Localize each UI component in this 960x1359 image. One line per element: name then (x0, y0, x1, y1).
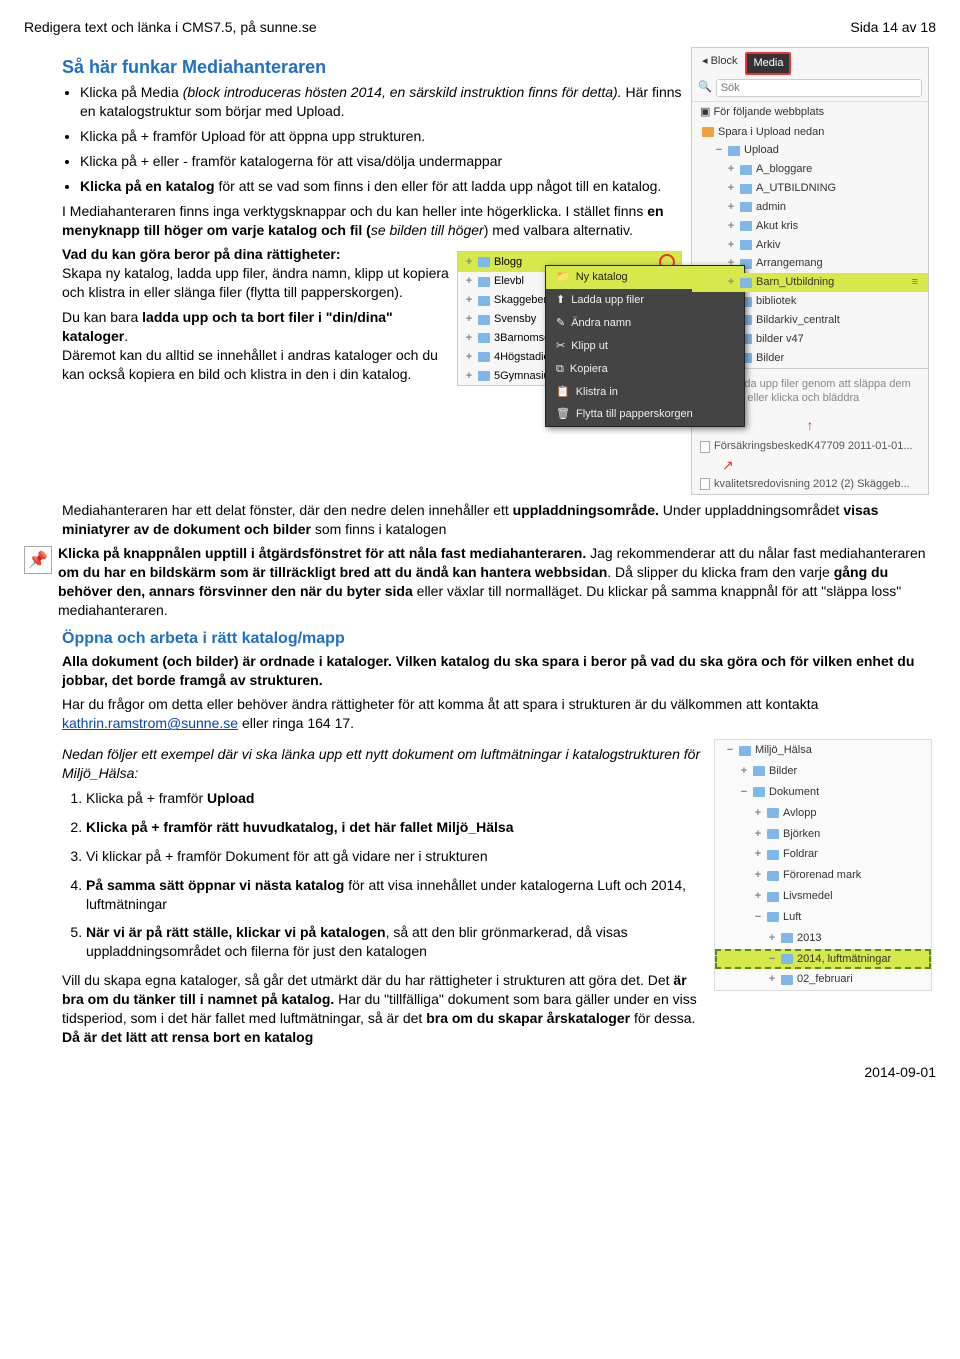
tree2-item-selected[interactable]: −2014, luftmätningar (715, 949, 931, 970)
tab-media[interactable]: Media (745, 52, 791, 75)
file-icon (700, 441, 710, 453)
file-row[interactable]: FörsäkringsbeskedK47709 2011-01-01... (692, 437, 928, 456)
annotation-arrow-icon: ↗ (722, 457, 734, 473)
footer-date: 2014-09-01 (24, 1063, 936, 1082)
menu-upload[interactable]: ⬆ Ladda upp filer (546, 289, 744, 312)
step-4: På samma sätt öppnar vi nästa katalog fö… (86, 876, 706, 914)
paragraph-own-catalogs: Du kan bara ladda upp och ta bort filer … (62, 308, 451, 384)
tree-save-upload[interactable]: Spara i Upload nedan (692, 123, 928, 142)
panel-subhead: ▣ För följande webbplats (692, 101, 928, 123)
section-heading-open: Öppna och arbeta i rätt katalog/mapp (24, 628, 936, 650)
file-row[interactable]: kvalitetsredovisning 2012 (2) Skäggeb... (692, 475, 928, 494)
tree2-item[interactable]: +Livsmedel (715, 886, 931, 907)
menu-trash[interactable]: 🗑 Flytta till papperskorgen (546, 403, 744, 426)
paragraph-tail: Vill du skapa egna kataloger, så går det… (24, 971, 706, 1047)
tree2-item[interactable]: +Avlopp (715, 803, 931, 824)
tree-item[interactable]: +Arkiv (692, 236, 928, 255)
tree2-item[interactable]: −Dokument (715, 782, 931, 803)
tree2-item[interactable]: +Foldrar (715, 844, 931, 865)
tree2-item[interactable]: +Bilder (715, 761, 931, 782)
bullet-1: Klicka på Media (block introduceras höst… (80, 83, 685, 121)
page-number: Sida 14 av 18 (850, 18, 936, 37)
paragraph-catalog-intro: Alla dokument (och bilder) är ordnade i … (24, 652, 936, 690)
menu-copy[interactable]: ⧉ Kopiera (546, 358, 744, 381)
bullet-4: Klicka på en katalog för att se vad som … (80, 177, 685, 196)
email-link[interactable]: kathrin.ramstrom@sunne.se (62, 715, 238, 731)
collapse-icon[interactable]: − (714, 143, 724, 158)
tab-block[interactable]: ◂ Block (696, 52, 743, 75)
expand-icon[interactable]: + (464, 255, 474, 270)
paragraph-split-window: Mediahanteraren har ett delat fönster, d… (24, 501, 936, 539)
tree-item[interactable]: +A_UTBILDNING (692, 179, 928, 198)
annotation-arrow-icon: ↑ (807, 417, 814, 433)
step-3: Vi klickar på + framför Dokument för att… (86, 847, 706, 866)
catalog-tree-example: −Miljö_Hälsa +Bilder −Dokument +Avlopp +… (714, 739, 932, 991)
paragraph-menuknapp: I Mediahanteraren finns inga verktygskna… (24, 202, 685, 240)
tree2-item[interactable]: +2013 (715, 928, 931, 949)
search-input[interactable] (716, 79, 922, 97)
folder-icon (478, 257, 490, 267)
row-menu-icon[interactable]: ≡ (912, 275, 918, 290)
tree-upload[interactable]: −Upload (692, 141, 928, 160)
bullet-2: Klicka på + framför Upload för att öppna… (80, 127, 685, 146)
tree-item-selected[interactable]: +Barn_Utbildning ≡ (692, 273, 928, 292)
search-icon: 🔍 (698, 80, 712, 95)
tree2-item[interactable]: +Björken (715, 824, 931, 845)
tree-item[interactable]: +A_bloggare (692, 160, 928, 179)
folder-icon (702, 127, 714, 137)
tree-item[interactable]: +admin (692, 198, 928, 217)
file-icon (700, 478, 710, 490)
menu-paste[interactable]: 📋 Klistra in (546, 381, 744, 404)
pin-icon: 📌 (24, 546, 52, 574)
tree-item[interactable]: +Akut kris (692, 217, 928, 236)
paragraph-example-intro: Nedan följer ett exempel där vi ska länk… (24, 745, 706, 783)
paragraph-pin: Klicka på knappnålen upptill i åtgärdsfö… (58, 544, 936, 620)
menu-cut[interactable]: ✂ Klipp ut (546, 335, 744, 358)
tree2-item[interactable]: +02_februari (715, 969, 931, 990)
paragraph-rights-heading: Vad du kan göra beror på dina rättighete… (62, 245, 451, 302)
tree2-item[interactable]: +Förorenad mark (715, 865, 931, 886)
step-1: Klicka på + framför Upload (86, 789, 706, 808)
step-2: Klicka på + framför rätt huvudkatalog, i… (86, 818, 706, 837)
step-5: När vi är på rätt ställe, klickar vi på … (86, 923, 706, 961)
menu-rename[interactable]: ✎ Ändra namn (546, 312, 744, 335)
folder-icon (728, 146, 740, 156)
doc-title: Redigera text och länka i CMS7.5, på sun… (24, 18, 317, 37)
section-heading-media: Så här funkar Mediahanteraren (24, 55, 685, 79)
tree2-root[interactable]: −Miljö_Hälsa (715, 740, 931, 761)
paragraph-contact: Har du frågor om detta eller behöver änd… (24, 695, 936, 733)
tree2-item[interactable]: −Luft (715, 907, 931, 928)
bullet-3: Klicka på + eller - framför katalogerna … (80, 152, 685, 171)
